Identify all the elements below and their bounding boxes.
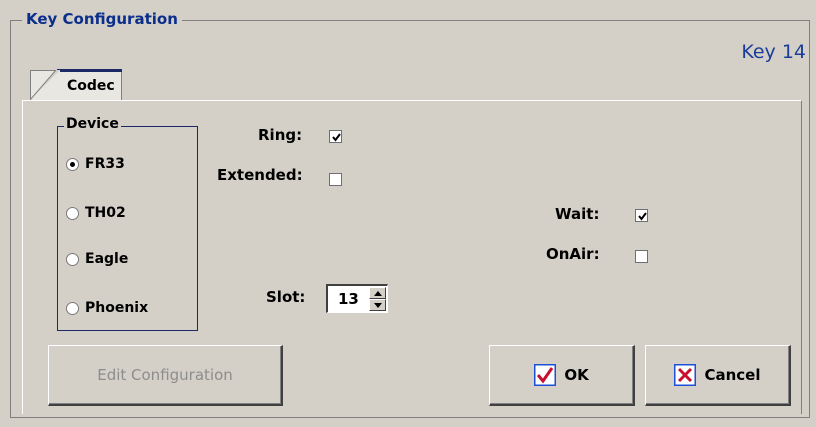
ring-checkbox[interactable] xyxy=(329,130,342,143)
device-group-title: Device xyxy=(64,116,121,132)
radio-phoenix[interactable]: Phoenix xyxy=(66,298,148,318)
slot-down-button[interactable] xyxy=(369,299,386,311)
arrow-down-icon xyxy=(374,303,382,308)
edit-configuration-button[interactable]: Edit Configuration xyxy=(48,345,283,406)
extended-checkbox[interactable] xyxy=(329,173,342,186)
radio-phoenix-indicator[interactable] xyxy=(66,301,79,315)
cancel-button[interactable]: Cancel xyxy=(645,345,791,406)
wait-label: Wait: xyxy=(555,205,600,223)
tab-codec[interactable]: Codec xyxy=(30,69,122,100)
checkmark-icon xyxy=(332,133,341,142)
edit-configuration-label: Edit Configuration xyxy=(97,366,233,384)
key-configuration-dialog: Key Configuration Key 14 Codec Device FR… xyxy=(0,0,816,427)
ring-label: Ring: xyxy=(258,126,303,144)
radio-eagle[interactable]: Eagle xyxy=(66,249,128,269)
slot-spinner[interactable]: 13 xyxy=(326,284,388,313)
radio-eagle-label: Eagle xyxy=(85,251,129,267)
slot-label: Slot: xyxy=(266,288,306,306)
checkmark-icon xyxy=(638,212,647,221)
radio-fr33[interactable]: FR33 xyxy=(66,154,125,174)
ok-label: OK xyxy=(564,366,589,384)
check-icon xyxy=(533,363,557,387)
ok-button[interactable]: OK xyxy=(489,345,635,406)
radio-th02[interactable]: TH02 xyxy=(66,203,126,223)
x-icon xyxy=(673,363,697,387)
slot-spin-buttons xyxy=(369,287,386,311)
radio-th02-label: TH02 xyxy=(85,205,126,221)
radio-fr33-label: FR33 xyxy=(85,156,125,172)
cancel-label: Cancel xyxy=(704,366,761,384)
extended-label: Extended: xyxy=(217,166,303,184)
radio-eagle-indicator[interactable] xyxy=(66,252,79,266)
key-number-label: Key 14 xyxy=(741,41,806,63)
onair-checkbox[interactable] xyxy=(635,250,648,263)
radio-fr33-indicator[interactable] xyxy=(66,157,79,171)
radio-phoenix-label: Phoenix xyxy=(85,300,149,316)
tab-codec-label: Codec xyxy=(67,78,115,94)
group-title: Key Configuration xyxy=(22,10,182,28)
radio-th02-indicator[interactable] xyxy=(66,206,79,220)
slot-up-button[interactable] xyxy=(369,287,386,299)
slot-value[interactable]: 13 xyxy=(338,290,359,308)
wait-checkbox[interactable] xyxy=(635,209,648,222)
arrow-up-icon xyxy=(374,291,382,296)
onair-label: OnAir: xyxy=(546,245,600,263)
